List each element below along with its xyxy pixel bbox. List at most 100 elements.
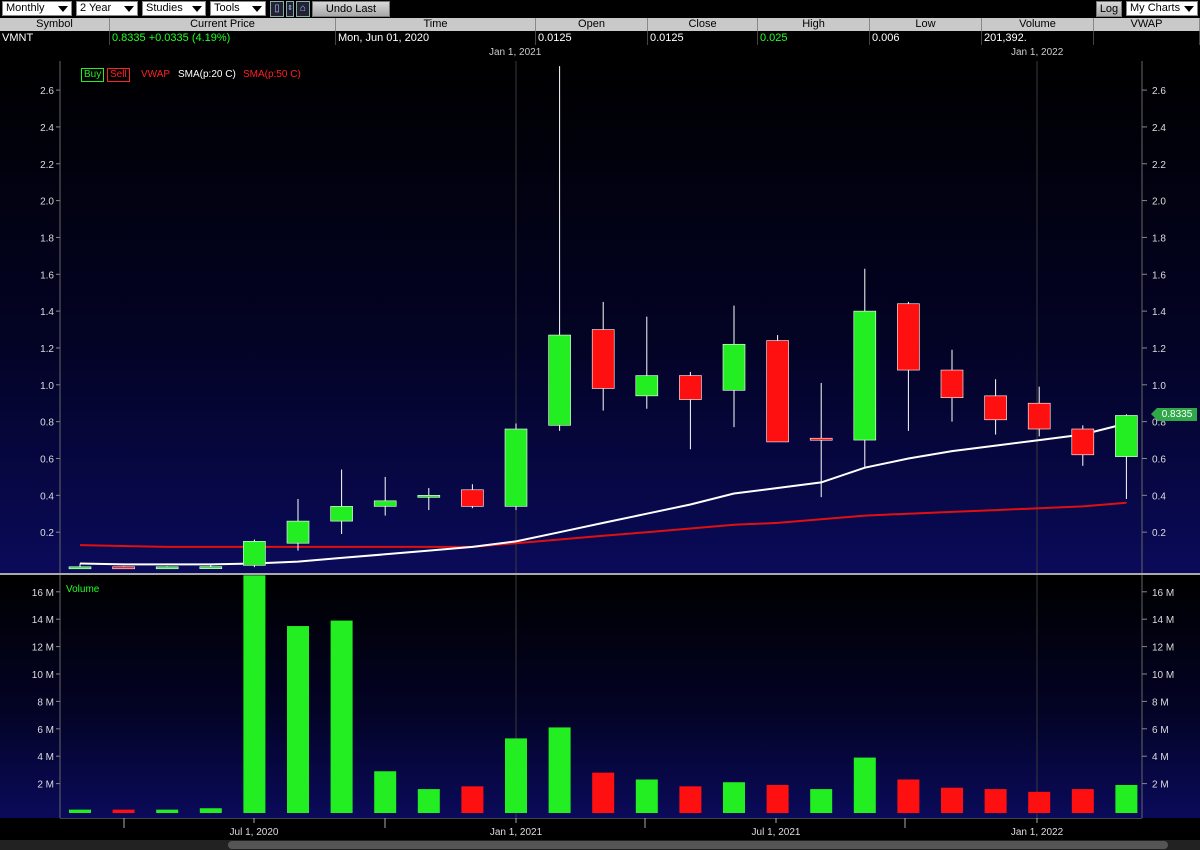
candle-body [635, 375, 659, 397]
chevron-down-icon [1184, 6, 1194, 12]
price-chart[interactable]: 0.2 0.20.4 0.40.6 0.60.8 0.81.0 1.01.2 1.21.4 1… [0, 61, 1200, 573]
y-tick-label-left: 1.8 [40, 233, 54, 244]
y-tick-label-right: 0.6 [1152, 454, 1166, 465]
quote-open: 0.0125 [536, 31, 648, 45]
x-tick-label: Jul 1, 2021 [752, 827, 801, 838]
studies-dropdown[interactable]: Studies [142, 1, 206, 16]
volume-bar [723, 782, 745, 813]
chart-size-icon[interactable]: ▯ [270, 1, 284, 17]
quote-symbol: VMNT [0, 31, 110, 45]
legend-buy[interactable]: Buy [81, 68, 105, 82]
legend-sell[interactable]: Sell [107, 68, 130, 82]
y-tick-label-left: 0.6 [40, 454, 54, 465]
y-tick-label-left: 0.4 [40, 491, 54, 502]
y-tick-label-right: 1.4 [1152, 307, 1166, 318]
y-tick-label-right: 1.0 [1152, 381, 1166, 392]
volume-bar [984, 789, 1007, 813]
volume-bar [1028, 791, 1051, 813]
volume-bar [635, 779, 658, 813]
y-tick-label-left: 2.4 [40, 123, 54, 134]
candle-body [591, 329, 615, 389]
volume-bar [853, 757, 876, 813]
y-tick-label-right: 2.4 [1152, 123, 1166, 134]
candle-body [809, 437, 833, 441]
candle-body [722, 343, 746, 391]
vol-tick-label-left: 8 M [37, 697, 54, 708]
scrollbar-thumb[interactable] [228, 841, 1168, 849]
legend-vwap[interactable]: VWAP [141, 69, 170, 80]
price-panel[interactable]: 0.2 0.2 0.4 0.4 0.6 0.6 0.8 0.8 1.0 1.0 1.2 1.2 1.4 1… [0, 61, 1200, 573]
candle-body [504, 428, 528, 507]
header-low[interactable]: Low [870, 18, 982, 31]
y-tick-label-left: 1.2 [40, 344, 54, 355]
volume-chart[interactable]: 2 M 2 M 4 M 4 M 6 M 6 M 8 M 8 M 10 M 10 M 12 M 12 M… [0, 575, 1200, 818]
y-tick-label-left: 1.6 [40, 270, 54, 281]
candle-body [373, 500, 397, 507]
vol-tick-label-right: 12 M [1152, 643, 1174, 654]
vol-tick-label-left: 16 M [32, 588, 54, 599]
volume-bar [330, 620, 353, 813]
y-tick-label-right: 1.2 [1152, 344, 1166, 355]
volume-panel[interactable]: 2 M 2 M 4 M 4 M 6 M 6 M 8 M 8 M 10 M 10 M 12 M 12 M… [0, 575, 1200, 818]
header-symbol[interactable]: Symbol [0, 18, 110, 31]
volume-label: Volume [66, 584, 100, 595]
candle-body [155, 566, 179, 570]
candle-body [1027, 402, 1051, 430]
volume-bar [505, 738, 527, 813]
vol-tick-label-right: 4 M [1152, 752, 1169, 763]
my-charts-dropdown[interactable]: My Charts [1126, 1, 1198, 16]
range-dropdown[interactable]: 2 Year [76, 1, 138, 16]
quote-time: Mon, Jun 01, 2020 [336, 31, 536, 45]
legend-sma50[interactable]: SMA(p:50 C) [243, 69, 301, 80]
horizontal-scrollbar[interactable] [0, 840, 1200, 850]
top-date-label: Jan 1, 2022 [1011, 47, 1064, 58]
x-axis-ticks: Jul 1, 2020 Jan 1, 2021 Jul 1, 2021 Jan 1, … [60, 817, 1142, 838]
candle-body [417, 495, 441, 498]
quote-volume: 201,392. [982, 31, 1094, 45]
legend-sma20[interactable]: SMA(p:20 C) [178, 69, 236, 80]
toolbar: Monthly 2 Year Studies Tools ▯ ⇕ ⌂ Undo … [0, 0, 1200, 18]
header-volume[interactable]: Volume [982, 18, 1094, 31]
header-high[interactable]: High [758, 18, 870, 31]
chevron-down-icon [124, 6, 134, 12]
candle-body [286, 520, 310, 544]
header-close[interactable]: Close [648, 18, 758, 31]
volume-bar [897, 779, 920, 813]
volume-bar [1115, 784, 1138, 813]
stepper-icon[interactable]: ⇕ [286, 1, 294, 17]
volume-bar [592, 772, 615, 813]
volume-bar [156, 809, 179, 813]
chevron-down-icon [192, 6, 202, 12]
header-vwap[interactable]: VWAP [1094, 18, 1200, 31]
volume-bar [112, 809, 135, 813]
candle-body [68, 566, 92, 570]
y-tick-label-right: 2.2 [1152, 160, 1166, 171]
y-tick-label-left: 0.2 [40, 528, 54, 539]
volume-bar [374, 771, 397, 813]
candle-body [940, 369, 964, 398]
tools-dropdown[interactable]: Tools [210, 1, 266, 16]
volume-bar [461, 786, 484, 813]
candle-body [1071, 428, 1095, 456]
vol-tick-label-left: 6 M [37, 725, 54, 736]
header-time[interactable]: Time [336, 18, 536, 31]
quote-current-price: 0.8335 +0.0335 (4.19%) [110, 31, 336, 45]
drawing-tool-icon[interactable]: ⌂ [296, 1, 310, 17]
period-dropdown[interactable]: Monthly [2, 1, 72, 16]
volume-bar [287, 626, 309, 813]
header-open[interactable]: Open [536, 18, 648, 31]
header-current-price[interactable]: Current Price [110, 18, 336, 31]
candle-body [199, 566, 223, 569]
my-charts-label: My Charts [1130, 2, 1181, 14]
vol-tick-label-right: 14 M [1152, 615, 1174, 626]
quote-row: VMNT 0.8335 +0.0335 (4.19%) Mon, Jun 01,… [0, 31, 1200, 45]
candle-body [1115, 415, 1138, 457]
y-tick-label-left: 2.6 [40, 86, 54, 97]
chevron-down-icon [252, 6, 262, 12]
candle-body [330, 506, 353, 522]
undo-last-button[interactable]: Undo Last [312, 1, 390, 17]
vol-tick-label-right: 8 M [1152, 697, 1169, 708]
volume-bar [810, 789, 833, 813]
log-button[interactable]: Log [1096, 1, 1122, 17]
vol-tick-label-left: 4 M [37, 752, 54, 763]
